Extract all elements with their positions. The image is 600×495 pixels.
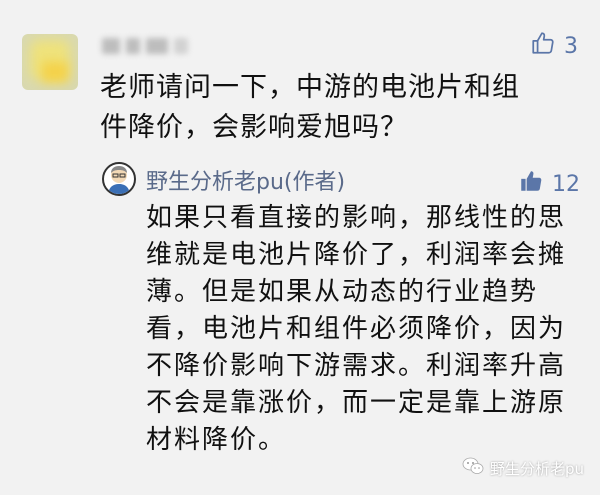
thumbs-up-outline-icon	[530, 30, 556, 62]
wechat-icon	[462, 457, 484, 479]
comment-avatar[interactable]	[22, 34, 78, 90]
comment-text: 老师请问一下，中游的电池片和组件降价，会影响爱旭吗？	[100, 72, 520, 143]
comment-author-blurred	[102, 38, 190, 54]
watermark-label: 野生分析老pu	[489, 459, 584, 478]
comment-like-button[interactable]: 3	[530, 30, 578, 62]
comment-like-count: 3	[564, 33, 578, 59]
reply-author-name[interactable]: 野生分析老pu(作者)	[146, 164, 345, 196]
reply-like-count: 12	[552, 171, 580, 197]
thumbs-up-filled-icon	[518, 168, 544, 200]
watermark: 野生分析老pu	[462, 457, 584, 479]
reply-avatar[interactable]	[102, 162, 136, 196]
reply-text: 如果只看直接的影响，那线性的思维就是电池片降价了，利润率会摊薄。但是如果从动态的…	[146, 203, 567, 455]
reply-like-button[interactable]: 12	[518, 168, 580, 200]
